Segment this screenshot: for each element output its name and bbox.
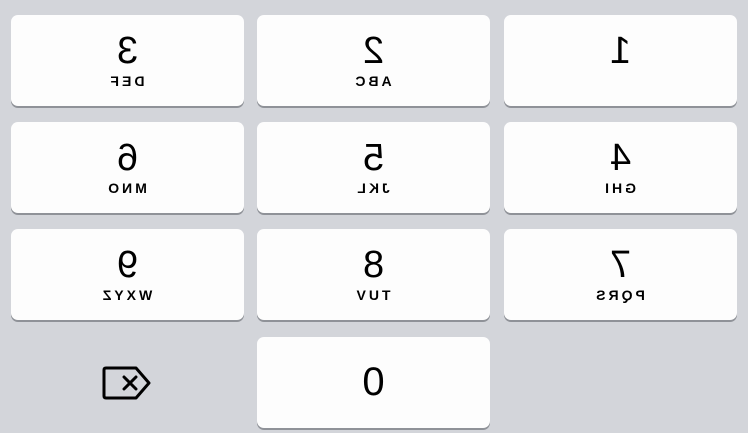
- key-8[interactable]: 8 TUV: [257, 229, 490, 320]
- key-letters: GHI: [602, 180, 636, 196]
- key-digit: 1: [609, 30, 632, 72]
- key-letters: DEF: [107, 73, 145, 89]
- key-digit: 3: [116, 30, 139, 72]
- key-digit: 8: [362, 244, 385, 286]
- key-digit: 6: [116, 137, 139, 179]
- key-digit: 4: [609, 137, 632, 179]
- key-7[interactable]: 7 PQRS: [504, 229, 737, 320]
- key-1[interactable]: 1: [504, 15, 737, 106]
- key-digit: 9: [116, 244, 139, 286]
- delete-button[interactable]: [11, 337, 244, 428]
- numeric-keypad: 1 2 ABC 3 DEF 4 GHI 5 JKL 6 MNO 7 PQRS 8…: [0, 0, 748, 433]
- key-5[interactable]: 5 JKL: [257, 122, 490, 213]
- key-4[interactable]: 4 GHI: [504, 122, 737, 213]
- key-6[interactable]: 6 MNO: [11, 122, 244, 213]
- key-2[interactable]: 2 ABC: [257, 15, 490, 106]
- backspace-icon: [103, 366, 151, 399]
- key-letters: WXYZ: [99, 287, 153, 303]
- key-3[interactable]: 3 DEF: [11, 15, 244, 106]
- key-digit: 0: [362, 360, 385, 404]
- key-letters: PQRS: [593, 287, 645, 303]
- key-letters: JKL: [354, 180, 390, 196]
- key-letters: ABC: [352, 73, 392, 89]
- key-9[interactable]: 9 WXYZ: [11, 229, 244, 320]
- key-digit: 2: [362, 30, 385, 72]
- key-0[interactable]: 0: [257, 337, 490, 428]
- key-letters: MNO: [105, 180, 147, 196]
- key-digit: 7: [609, 244, 632, 286]
- key-digit: 5: [362, 137, 385, 179]
- key-letters: TUV: [353, 287, 391, 303]
